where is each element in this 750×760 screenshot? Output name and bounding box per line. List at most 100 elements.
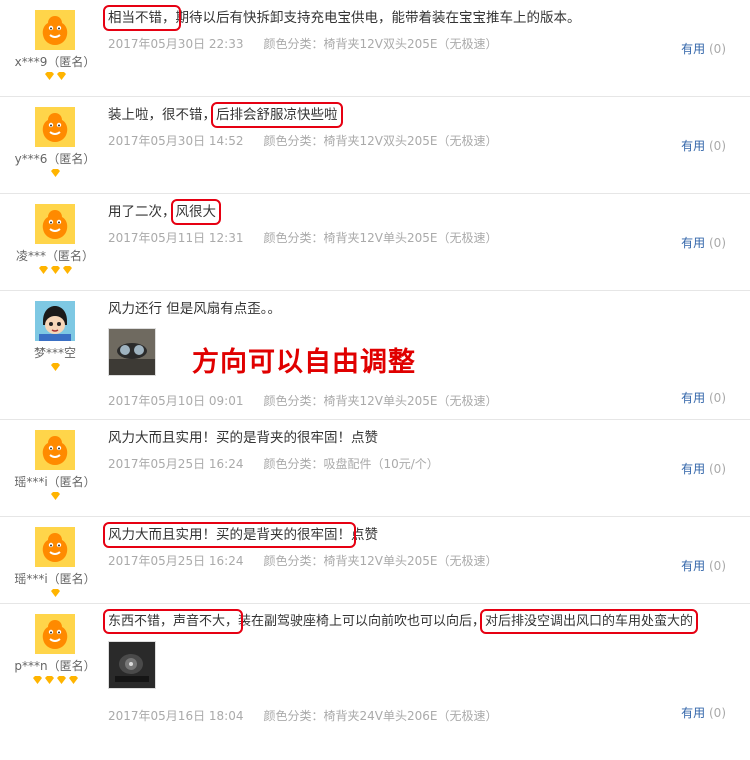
useful-count: (0) [709, 391, 726, 405]
default-avatar-icon[interactable] [35, 10, 75, 50]
review-item: 凌***（匿名） 用了二次，风很大 2017年05月11日 12:31 颜色分类：… [0, 194, 750, 291]
useful-count: (0) [709, 139, 726, 153]
reviewer-name: p***n（匿名） [14, 659, 96, 673]
buyer-level [10, 363, 100, 371]
diamond-icon [62, 266, 72, 274]
reviewer-name: 瑶***i（匿名） [14, 572, 96, 586]
review-item: x***9（匿名） 相当不错，期待以后有快拆卸支持充电宝供电，能带着装在宝宝推车… [0, 0, 750, 97]
useful-label: 有用 [681, 139, 706, 153]
useful-button[interactable]: 有用 (0) [681, 460, 726, 477]
review-text-part: 用了二次， [108, 204, 176, 220]
review-meta: 2017年05月25日 16:24 颜色分类：吸盘配件（10元/个） [108, 455, 730, 472]
user-avatar-icon[interactable] [35, 301, 75, 341]
review-meta: 2017年05月30日 22:33 颜色分类：椅背夹12V双头205E（无极速） [108, 35, 730, 52]
review-date: 2017年05月25日 16:24 [108, 554, 244, 568]
useful-label: 有用 [681, 462, 706, 476]
review-meta: 2017年05月30日 14:52 颜色分类：椅背夹12V双头205E（无极速） [108, 132, 730, 149]
diamond-icon [38, 266, 48, 274]
default-avatar-icon[interactable] [35, 107, 75, 147]
buyer-level [10, 72, 100, 80]
useful-button[interactable]: 有用 (0) [681, 234, 726, 251]
review-content: 相当不错，期待以后有快拆卸支持充电宝供电，能带着装在宝宝推车上的版本。 2017… [103, 5, 730, 52]
review-sku: 颜色分类：椅背夹24V单头206E（无极速） [263, 709, 498, 723]
review-meta: 2017年05月10日 09:01 颜色分类：椅背夹12V单头205E（无极速） [108, 392, 730, 409]
diamond-icon [44, 676, 54, 684]
useful-button[interactable]: 有用 (0) [681, 557, 726, 574]
review-item: y***6（匿名） 装上啦，很不错，后排会舒服凉快些啦 2017年05月30日 … [0, 97, 750, 194]
review-sku: 颜色分类：椅背夹12V双头205E（无极速） [263, 134, 498, 148]
useful-label: 有用 [681, 42, 706, 56]
useful-button[interactable]: 有用 (0) [681, 137, 726, 154]
diamond-icon [44, 72, 54, 80]
review-text: 相当不错，期待以后有快拆卸支持充电宝供电，能带着装在宝宝推车上的版本。 [103, 5, 730, 31]
useful-count: (0) [709, 42, 726, 56]
diamond-icon [56, 72, 66, 80]
review-text: 风力大而且实用！买的是背夹的很牢固！点赞 [108, 429, 730, 447]
review-sku: 颜色分类：椅背夹12V单头205E（无极速） [263, 394, 498, 408]
review-meta: 2017年05月16日 18:04 颜色分类：椅背夹24V单头206E（无极速） [108, 707, 730, 724]
review-text: 装上啦，很不错，后排会舒服凉快些啦 [108, 102, 730, 128]
diamond-icon [50, 492, 60, 500]
reviewer-info: 瑶***i（匿名） [10, 527, 100, 597]
useful-count: (0) [709, 559, 726, 573]
review-item: 瑶***i（匿名） 风力大而且实用！买的是背夹的很牢固！点赞 2017年05月2… [0, 517, 750, 604]
review-content: 风力大而且实用！买的是背夹的很牢固！点赞 2017年05月25日 16:24 颜色… [103, 522, 730, 569]
review-date: 2017年05月11日 12:31 [108, 231, 244, 245]
review-photo-thumbnail[interactable] [108, 328, 156, 376]
review-sku: 颜色分类：椅背夹12V双头205E（无极速） [263, 37, 498, 51]
review-content: 装上啦，很不错，后排会舒服凉快些啦 2017年05月30日 14:52 颜色分类：… [108, 102, 730, 149]
review-text: 风力还行 但是风扇有点歪。。 [108, 300, 730, 318]
review-text: 东西不错，声音不大，装在副驾驶座椅上可以向前吹也可以向后，对后排没空调出风口的车… [102, 609, 730, 634]
annotation-note: 方向可以自由调整 [192, 347, 416, 378]
highlighted-phrase: 后排会舒服凉快些啦 [211, 102, 343, 128]
useful-button[interactable]: 有用 (0) [681, 40, 726, 57]
review-date: 2017年05月10日 09:01 [108, 394, 244, 408]
review-text: 用了二次，风很大 [108, 199, 730, 225]
review-date: 2017年05月30日 14:52 [108, 134, 244, 148]
default-avatar-icon[interactable] [35, 614, 75, 654]
useful-count: (0) [709, 706, 726, 720]
reviewer-info: y***6（匿名） [10, 107, 100, 177]
useful-count: (0) [709, 462, 726, 476]
reviewer-info: 梦***空 [10, 301, 100, 371]
buyer-level [10, 492, 100, 500]
review-date: 2017年05月16日 18:04 [108, 709, 244, 723]
diamond-icon [50, 169, 60, 177]
review-date: 2017年05月30日 22:33 [108, 37, 244, 51]
review-list: x***9（匿名） 相当不错，期待以后有快拆卸支持充电宝供电，能带着装在宝宝推车… [0, 0, 750, 760]
review-item: p***n（匿名） 东西不错，声音不大，装在副驾驶座椅上可以向前吹也可以向后，对… [0, 604, 750, 760]
review-content: 用了二次，风很大 2017年05月11日 12:31 颜色分类：椅背夹12V单头2… [108, 199, 730, 246]
highlighted-phrase: 对后排没空调出风口的车用处蛮大的 [480, 609, 699, 634]
reviewer-info: x***9（匿名） [10, 10, 100, 80]
default-avatar-icon[interactable] [35, 204, 75, 244]
default-avatar-icon[interactable] [35, 527, 75, 567]
review-date: 2017年05月25日 16:24 [108, 457, 244, 471]
diamond-icon [68, 676, 78, 684]
useful-button[interactable]: 有用 (0) [681, 704, 726, 721]
review-sku: 颜色分类：椅背夹12V单头205E（无极速） [263, 231, 498, 245]
buyer-level [10, 676, 100, 684]
highlighted-phrase: 风力大而且实用！买的是背夹的很牢固！ [103, 522, 356, 548]
highlighted-phrase: 风很大 [170, 199, 221, 225]
useful-button[interactable]: 有用 (0) [681, 389, 726, 406]
review-text: 风力大而且实用！买的是背夹的很牢固！点赞 [103, 522, 730, 548]
reviewer-name: y***6（匿名） [14, 152, 96, 166]
review-text-part: 装在副驾驶座椅上可以向前吹也可以向后， [238, 614, 486, 629]
default-avatar-icon[interactable] [35, 430, 75, 470]
diamond-icon [50, 363, 60, 371]
buyer-level [10, 266, 100, 274]
reviewer-name: x***9（匿名） [14, 55, 96, 69]
review-photo-thumbnail[interactable] [108, 641, 156, 689]
review-content: 东西不错，声音不大，装在副驾驶座椅上可以向前吹也可以向后，对后排没空调出风口的车… [102, 609, 730, 724]
reviewer-info: 瑶***i（匿名） [10, 430, 100, 500]
reviewer-info: 凌***（匿名） [10, 204, 100, 274]
diamond-icon [56, 676, 66, 684]
diamond-icon [50, 266, 60, 274]
diamond-icon [50, 589, 60, 597]
highlighted-phrase: 相当不错， [103, 5, 181, 31]
buyer-level [10, 169, 100, 177]
review-meta: 2017年05月25日 16:24 颜色分类：椅背夹12V单头205E（无极速） [108, 552, 730, 569]
review-content: 风力大而且实用！买的是背夹的很牢固！点赞 2017年05月25日 16:24 颜色… [108, 429, 730, 472]
diamond-icon [32, 676, 42, 684]
review-meta: 2017年05月11日 12:31 颜色分类：椅背夹12V单头205E（无极速） [108, 229, 730, 246]
